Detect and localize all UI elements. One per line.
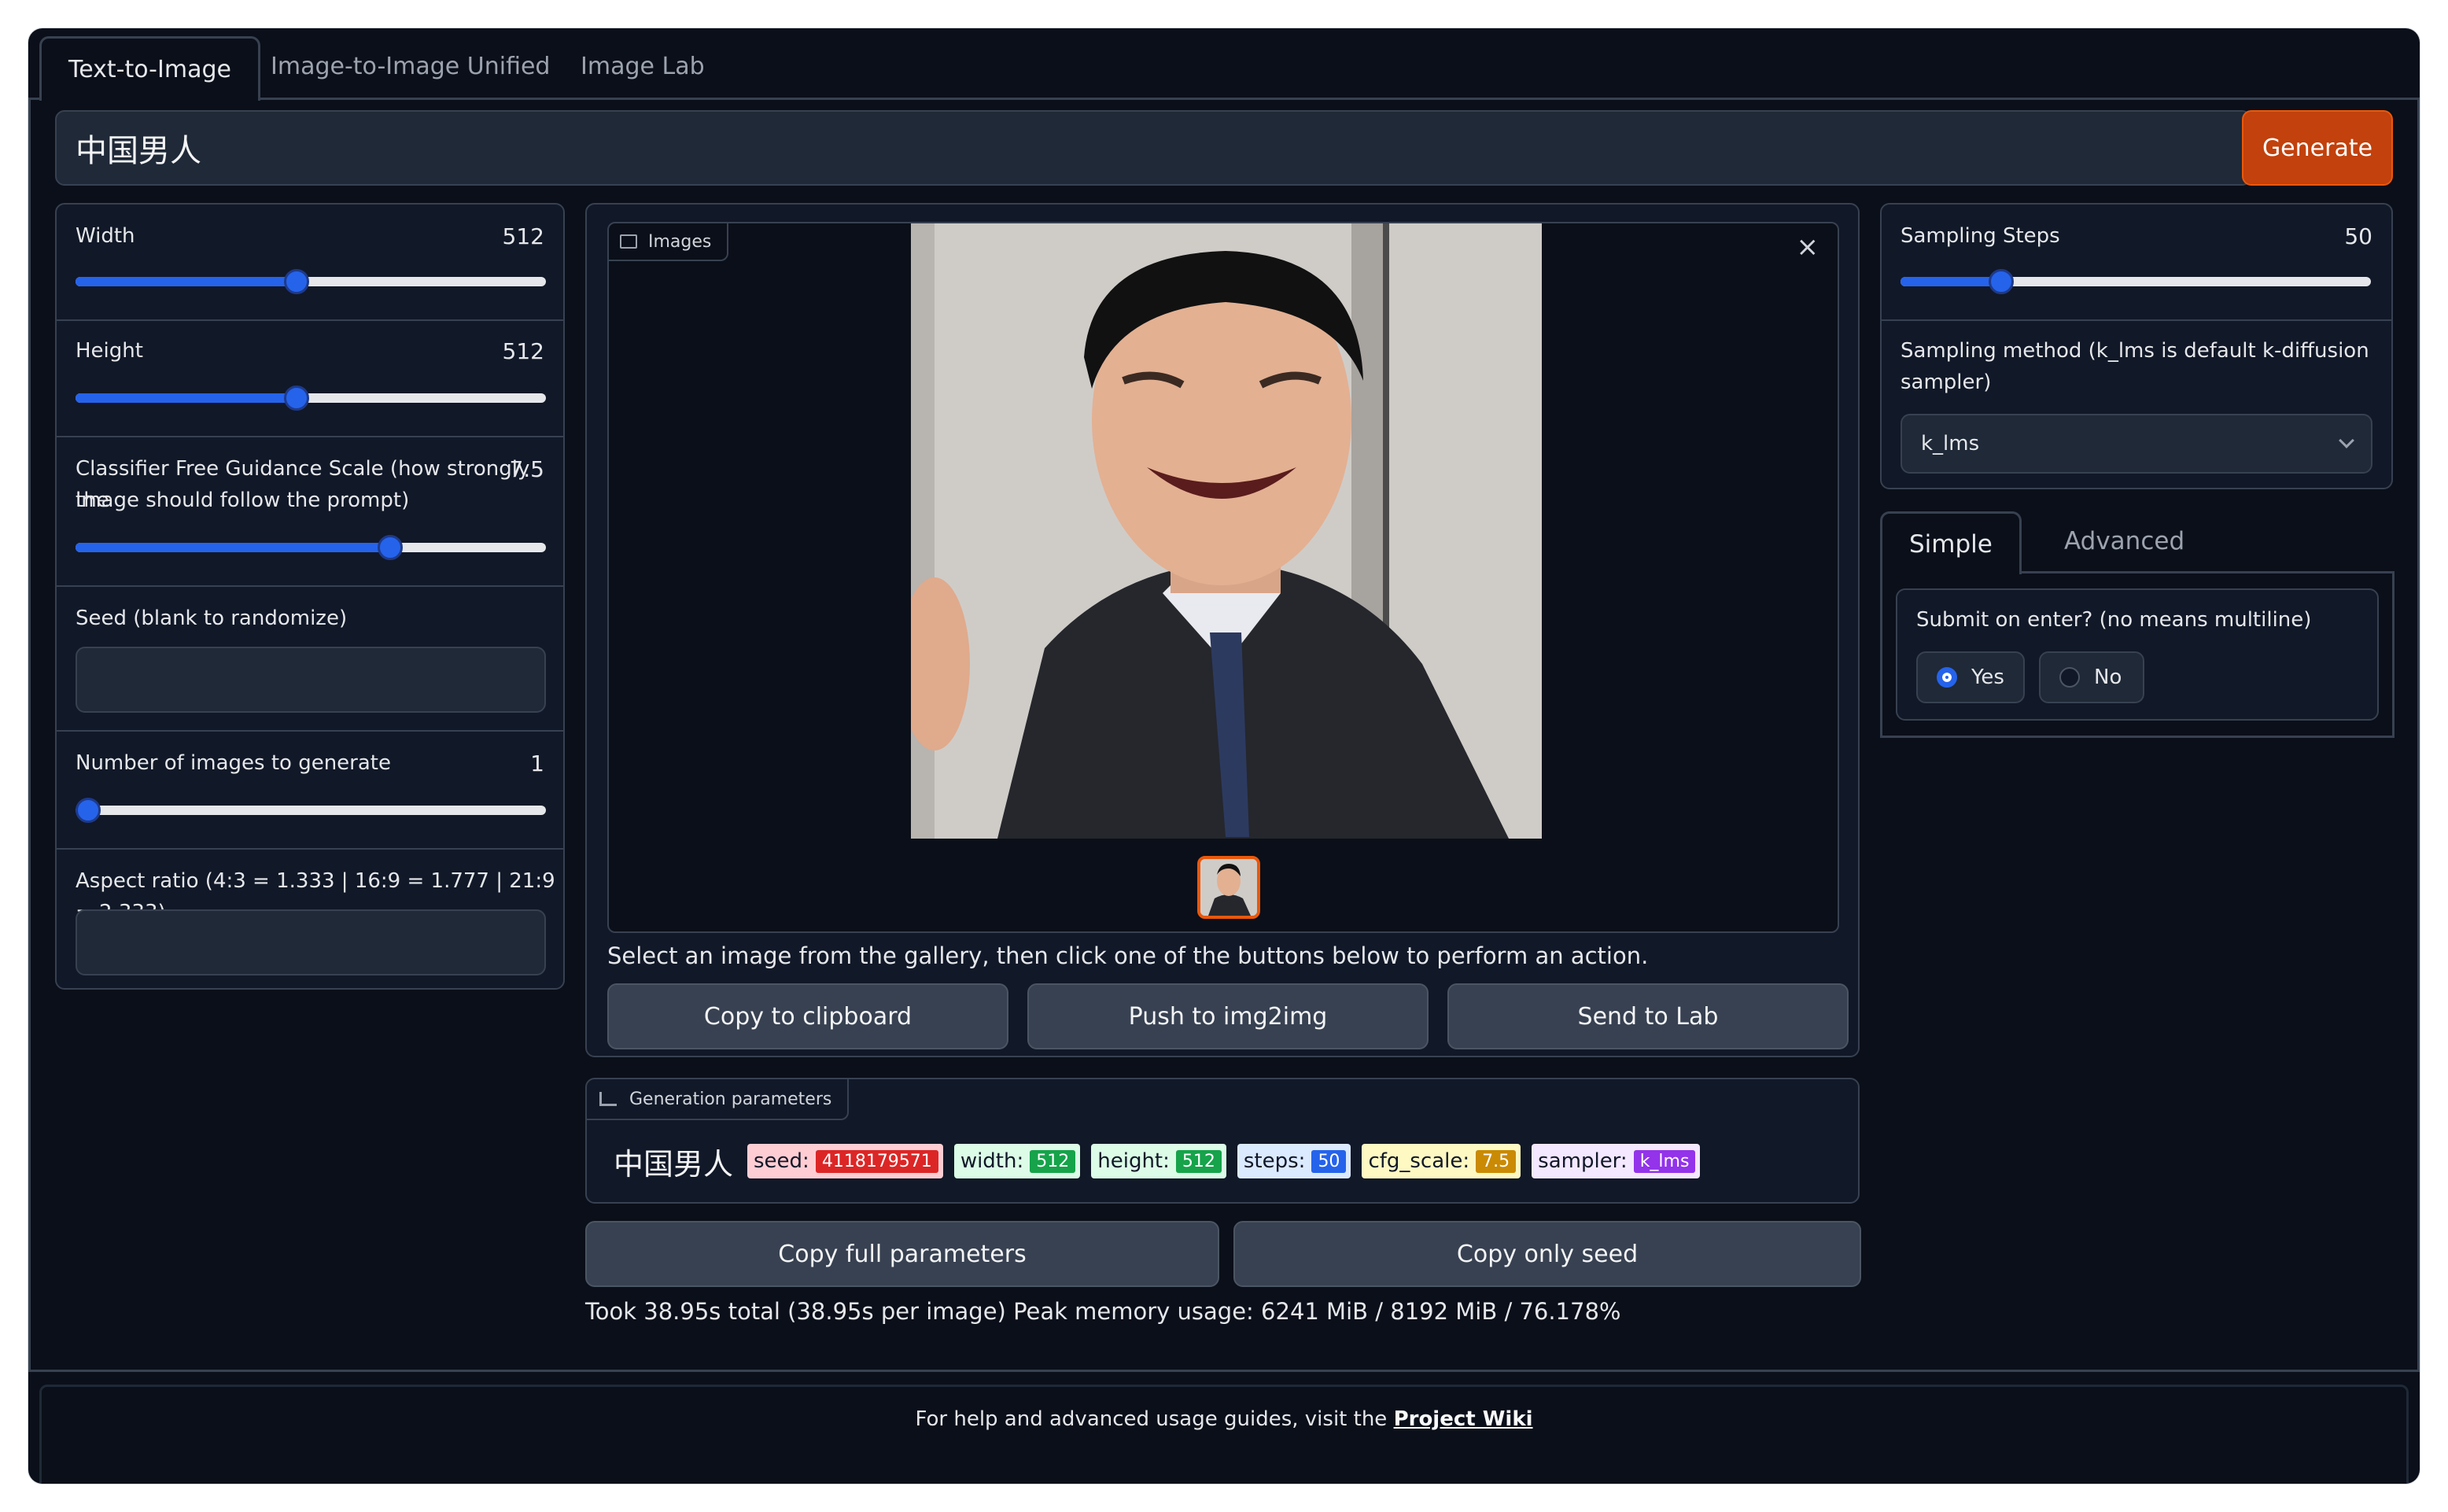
radio-unselected-icon [2059, 667, 2080, 688]
gallery-frame: Images × [607, 222, 1839, 933]
width-slider-thumb[interactable] [284, 269, 309, 294]
param-height-value: 512 [1175, 1149, 1222, 1173]
copy-to-clipboard-button[interactable]: Copy to clipboard [607, 983, 1008, 1049]
num-images-label: Number of images to generate [76, 751, 391, 775]
copy-only-seed-button[interactable]: Copy only seed [1233, 1221, 1861, 1287]
width-value[interactable]: 512 [503, 223, 544, 249]
project-wiki-link[interactable]: Project Wiki [1394, 1407, 1533, 1431]
prompt-input[interactable]: 中国男人 [55, 110, 2251, 186]
images-label: Images [648, 231, 712, 252]
close-icon[interactable]: × [1797, 231, 1819, 263]
radio-selected-icon [1937, 667, 1957, 688]
tab-image-to-image-unified[interactable]: Image-to-Image Unified [244, 36, 577, 96]
radio-yes[interactable]: Yes [1916, 651, 2025, 703]
sampling-steps-value[interactable]: 50 [2344, 223, 2372, 249]
gen-params-label-badge: Generation parameters [587, 1079, 850, 1120]
num-images-value[interactable]: 1 [530, 750, 544, 776]
param-steps-value: 50 [1311, 1149, 1347, 1173]
subtab-simple[interactable]: Simple [1880, 511, 2022, 574]
sampling-method-label-line1: Sampling method (k_lms is default k-diff… [1901, 339, 2369, 363]
tab-image-lab[interactable]: Image Lab [554, 36, 732, 96]
generation-parameters-panel: Generation parameters 中国男人 seed: 41181795… [585, 1078, 1860, 1204]
seed-label: Seed (blank to randomize) [76, 607, 348, 630]
tab-text-to-image[interactable]: Text-to-Image [39, 36, 260, 101]
cfg-value[interactable]: 7.5 [509, 456, 544, 482]
width-label: Width [76, 224, 135, 248]
param-cfg-scale: cfg_scale: 7.5 [1362, 1144, 1521, 1178]
height-slider-thumb[interactable] [284, 385, 309, 411]
radio-no[interactable]: No [2039, 651, 2144, 703]
cfg-label-line2: image should follow the prompt) [76, 489, 410, 512]
width-slider[interactable] [76, 269, 546, 294]
image-icon [620, 234, 637, 249]
generation-stats: Took 38.95s total (38.95s per image) Pea… [585, 1298, 1621, 1325]
gallery-panel: Images × Select an image from the galler… [585, 203, 1860, 1057]
sampling-method-label-line2: sampler) [1901, 371, 1992, 394]
left-settings-panel: Width 512 Height 512 Classifier Free Gui… [55, 203, 565, 990]
param-width: width: 512 [953, 1144, 1081, 1178]
thumbnail-preview [1200, 859, 1257, 916]
param-cfg-scale-value: 7.5 [1476, 1149, 1517, 1173]
num-images-slider[interactable] [76, 798, 546, 823]
copy-full-parameters-button[interactable]: Copy full parameters [585, 1221, 1219, 1287]
images-label-badge: Images [609, 223, 729, 261]
seed-input[interactable] [76, 647, 546, 713]
right-settings-panel: Sampling Steps 50 Sampling method (k_lms… [1880, 203, 2393, 489]
gen-params-prompt: 中国男人 [614, 1146, 734, 1182]
push-to-img2img-button[interactable]: Push to img2img [1027, 983, 1429, 1049]
param-sampler: sampler: k_lms [1532, 1144, 1701, 1178]
footer: For help and advanced usage guides, visi… [39, 1385, 2409, 1484]
radio-yes-label: Yes [1971, 666, 2004, 689]
chevron-down-icon [2339, 433, 2354, 448]
height-label: Height [76, 339, 143, 363]
height-value[interactable]: 512 [503, 338, 544, 364]
radio-no-label: No [2094, 666, 2122, 689]
sampling-steps-slider-thumb[interactable] [1989, 269, 2014, 294]
gen-params-label: Generation parameters [629, 1089, 832, 1109]
param-height: height: 512 [1091, 1144, 1226, 1178]
subtab-advanced[interactable]: Advanced [2037, 511, 2211, 571]
param-width-value: 512 [1030, 1149, 1076, 1173]
sampling-steps-slider[interactable] [1901, 269, 2371, 294]
cfg-slider-thumb[interactable] [378, 535, 403, 560]
param-seed: seed: 4118179571 [747, 1144, 943, 1178]
param-sampler-value: k_lms [1633, 1149, 1696, 1173]
sampling-steps-label: Sampling Steps [1901, 224, 2060, 248]
sampling-method-select[interactable]: k_lms [1901, 414, 2372, 474]
portrait-illustration [911, 223, 1542, 839]
chart-icon [599, 1092, 617, 1106]
gallery-thumbnail[interactable] [1197, 856, 1260, 919]
param-steps: steps: 50 [1237, 1144, 1351, 1178]
submit-on-enter-panel: Submit on enter? (no means multiline) Ye… [1896, 588, 2379, 721]
generate-button[interactable]: Generate [2242, 110, 2393, 186]
submit-on-enter-label: Submit on enter? (no means multiline) [1916, 608, 2312, 632]
cfg-slider[interactable] [76, 535, 546, 560]
generated-image[interactable] [911, 223, 1542, 839]
app-window: Text-to-Image Image-to-Image Unified Ima… [28, 28, 2420, 1484]
footer-help-text: For help and advanced usage guides, visi… [915, 1407, 1533, 1431]
gallery-hint: Select an image from the gallery, then c… [607, 942, 1649, 969]
param-seed-value: 4118179571 [815, 1149, 938, 1173]
height-slider[interactable] [76, 385, 546, 411]
send-to-lab-button[interactable]: Send to Lab [1447, 983, 1849, 1049]
num-images-slider-thumb[interactable] [76, 798, 101, 823]
aspect-ratio-input[interactable] [76, 909, 546, 975]
gen-params-row: 中国男人 seed: 4118179571 width: 512 height: 51… [614, 1141, 1711, 1182]
sampling-method-value: k_lms [1921, 432, 1980, 455]
